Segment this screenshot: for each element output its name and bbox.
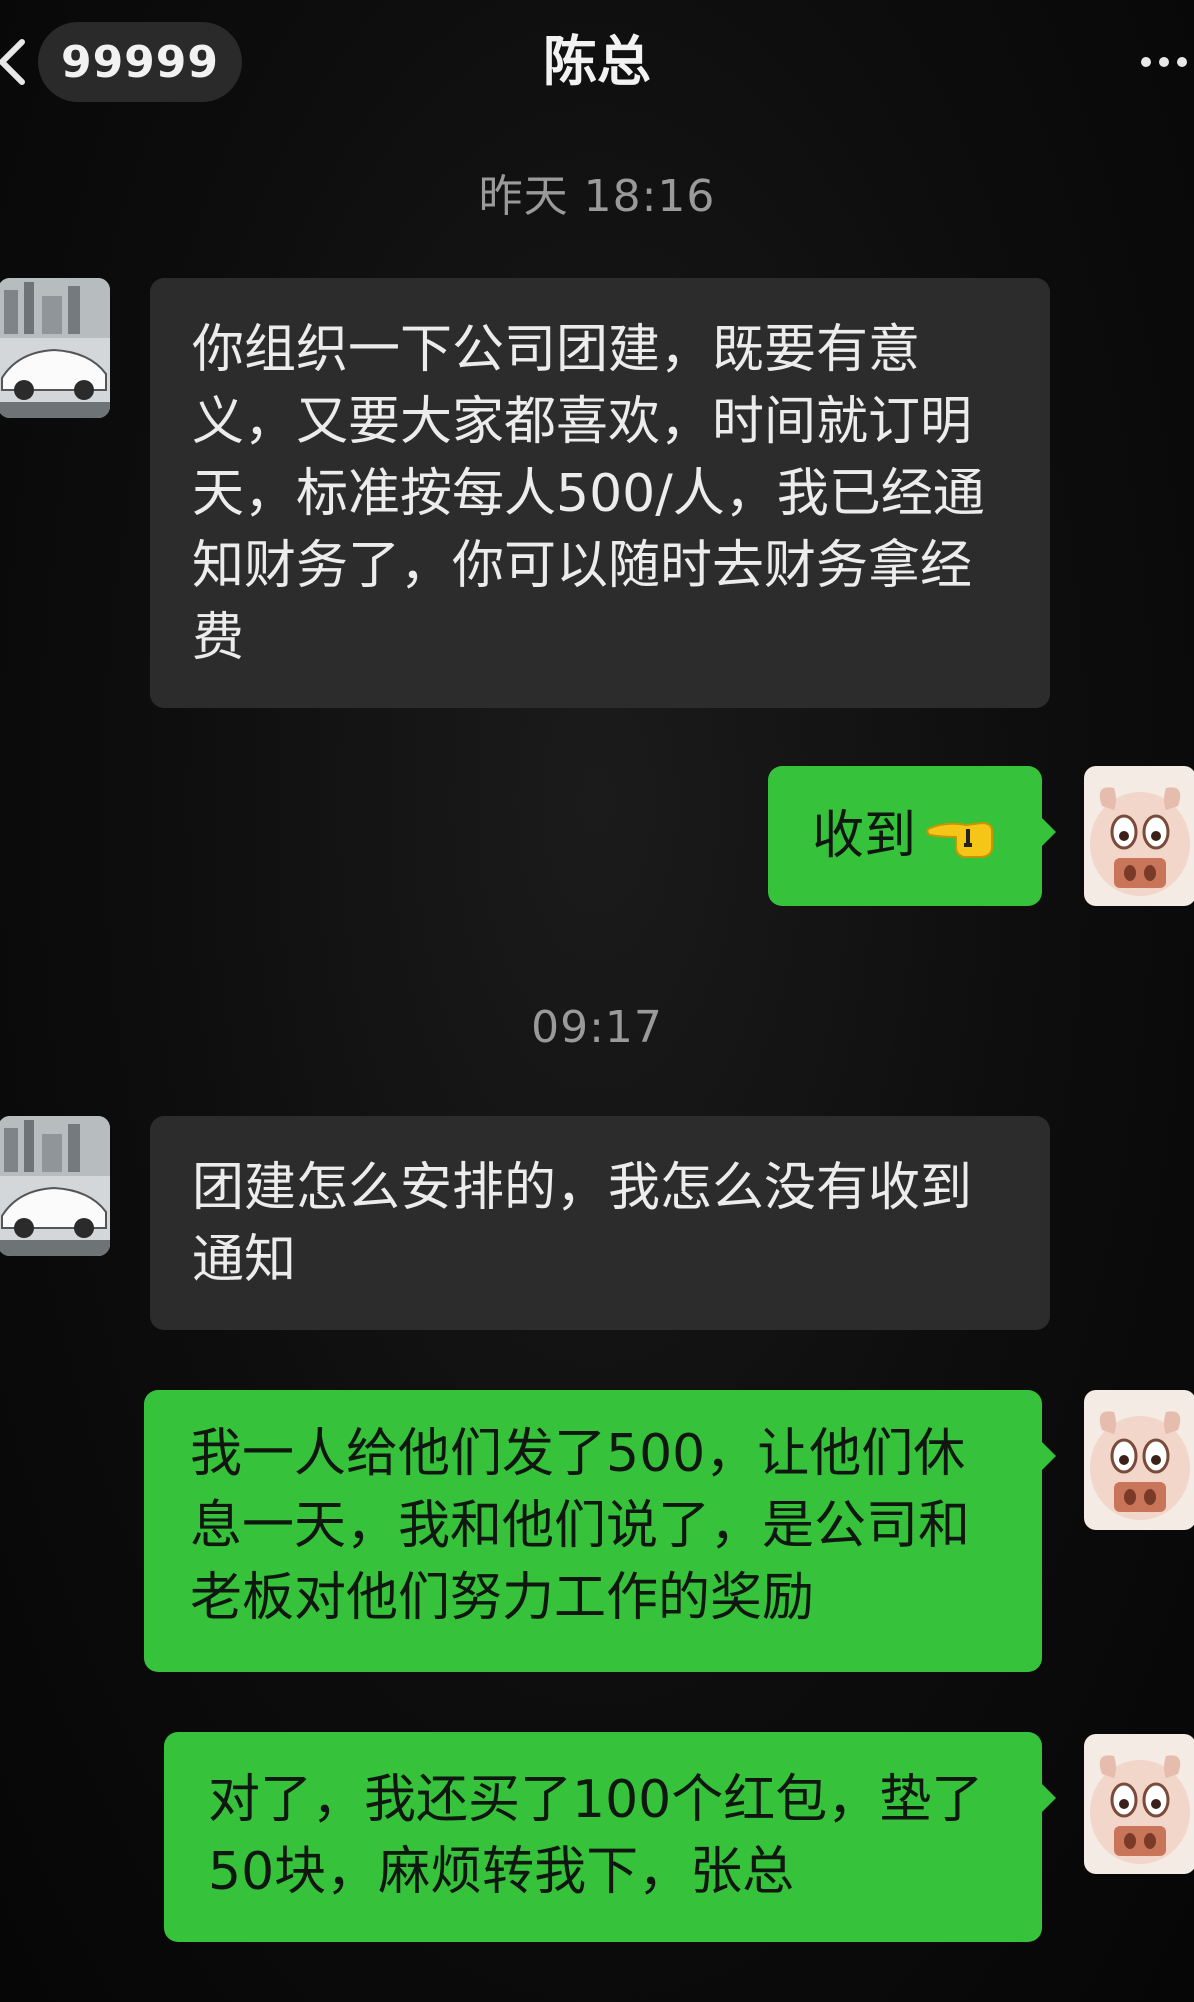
car-avatar-image bbox=[0, 278, 110, 418]
car-avatar-image bbox=[0, 1116, 110, 1256]
car-photo-icon bbox=[0, 278, 110, 418]
outgoing-message-bubble[interactable]: 对了，我还买了100个红包，垫了50块，麻烦转我下，张总 bbox=[164, 1732, 1056, 1942]
my-avatar[interactable] bbox=[1084, 1734, 1194, 1874]
pig-avatar-image bbox=[1084, 1390, 1194, 1530]
contact-avatar[interactable] bbox=[0, 1116, 110, 1256]
my-avatar[interactable] bbox=[1084, 766, 1194, 906]
pig-face-icon bbox=[1090, 1411, 1190, 1520]
unread-count-badge[interactable]: 99999 bbox=[38, 22, 242, 102]
pig-face-icon bbox=[1090, 787, 1190, 896]
more-options-icon[interactable] bbox=[1138, 50, 1194, 74]
message-timestamp: 09:17 bbox=[531, 1002, 663, 1053]
chat-screen: 99999 陈总 昨天 18:16 你组织一下公司团建，既要有意义，又要大家都喜… bbox=[0, 0, 1194, 2002]
outgoing-message-bubble[interactable]: 我一人给他们发了500，让他们休息一天，我和他们说了，是公司和老板对他们努力工作… bbox=[144, 1390, 1056, 1672]
pig-face-icon bbox=[1090, 1755, 1190, 1864]
outgoing-message-bubble[interactable]: 收到 bbox=[768, 766, 1056, 906]
message-timestamp: 昨天 18:16 bbox=[478, 171, 716, 222]
chat-header: 99999 陈总 bbox=[0, 0, 1194, 130]
my-avatar[interactable] bbox=[1084, 1390, 1194, 1530]
contact-avatar[interactable] bbox=[0, 278, 110, 418]
message-text: 团建怎么安排的，我怎么没有收到通知 bbox=[192, 1158, 973, 1290]
message-text: 收到 bbox=[812, 806, 917, 866]
pointing-hand-emoji-icon bbox=[926, 821, 994, 858]
pig-avatar-image bbox=[1084, 766, 1194, 906]
back-arrow-icon[interactable] bbox=[0, 36, 30, 88]
pig-avatar-image bbox=[1084, 1734, 1194, 1874]
car-photo-icon bbox=[0, 1116, 110, 1256]
message-text: 对了，我还买了100个红包，垫了50块，麻烦转我下，张总 bbox=[208, 1770, 984, 1902]
incoming-message-bubble[interactable]: 团建怎么安排的，我怎么没有收到通知 bbox=[150, 1116, 1050, 1330]
incoming-message-bubble[interactable]: 你组织一下公司团建，既要有意义，又要大家都喜欢，时间就订明天，标准按每人500/… bbox=[150, 278, 1050, 708]
message-text: 你组织一下公司团建，既要有意义，又要大家都喜欢，时间就订明天，标准按每人500/… bbox=[192, 320, 985, 668]
message-text: 我一人给他们发了500，让他们休息一天，我和他们说了，是公司和老板对他们努力工作… bbox=[190, 1424, 971, 1628]
